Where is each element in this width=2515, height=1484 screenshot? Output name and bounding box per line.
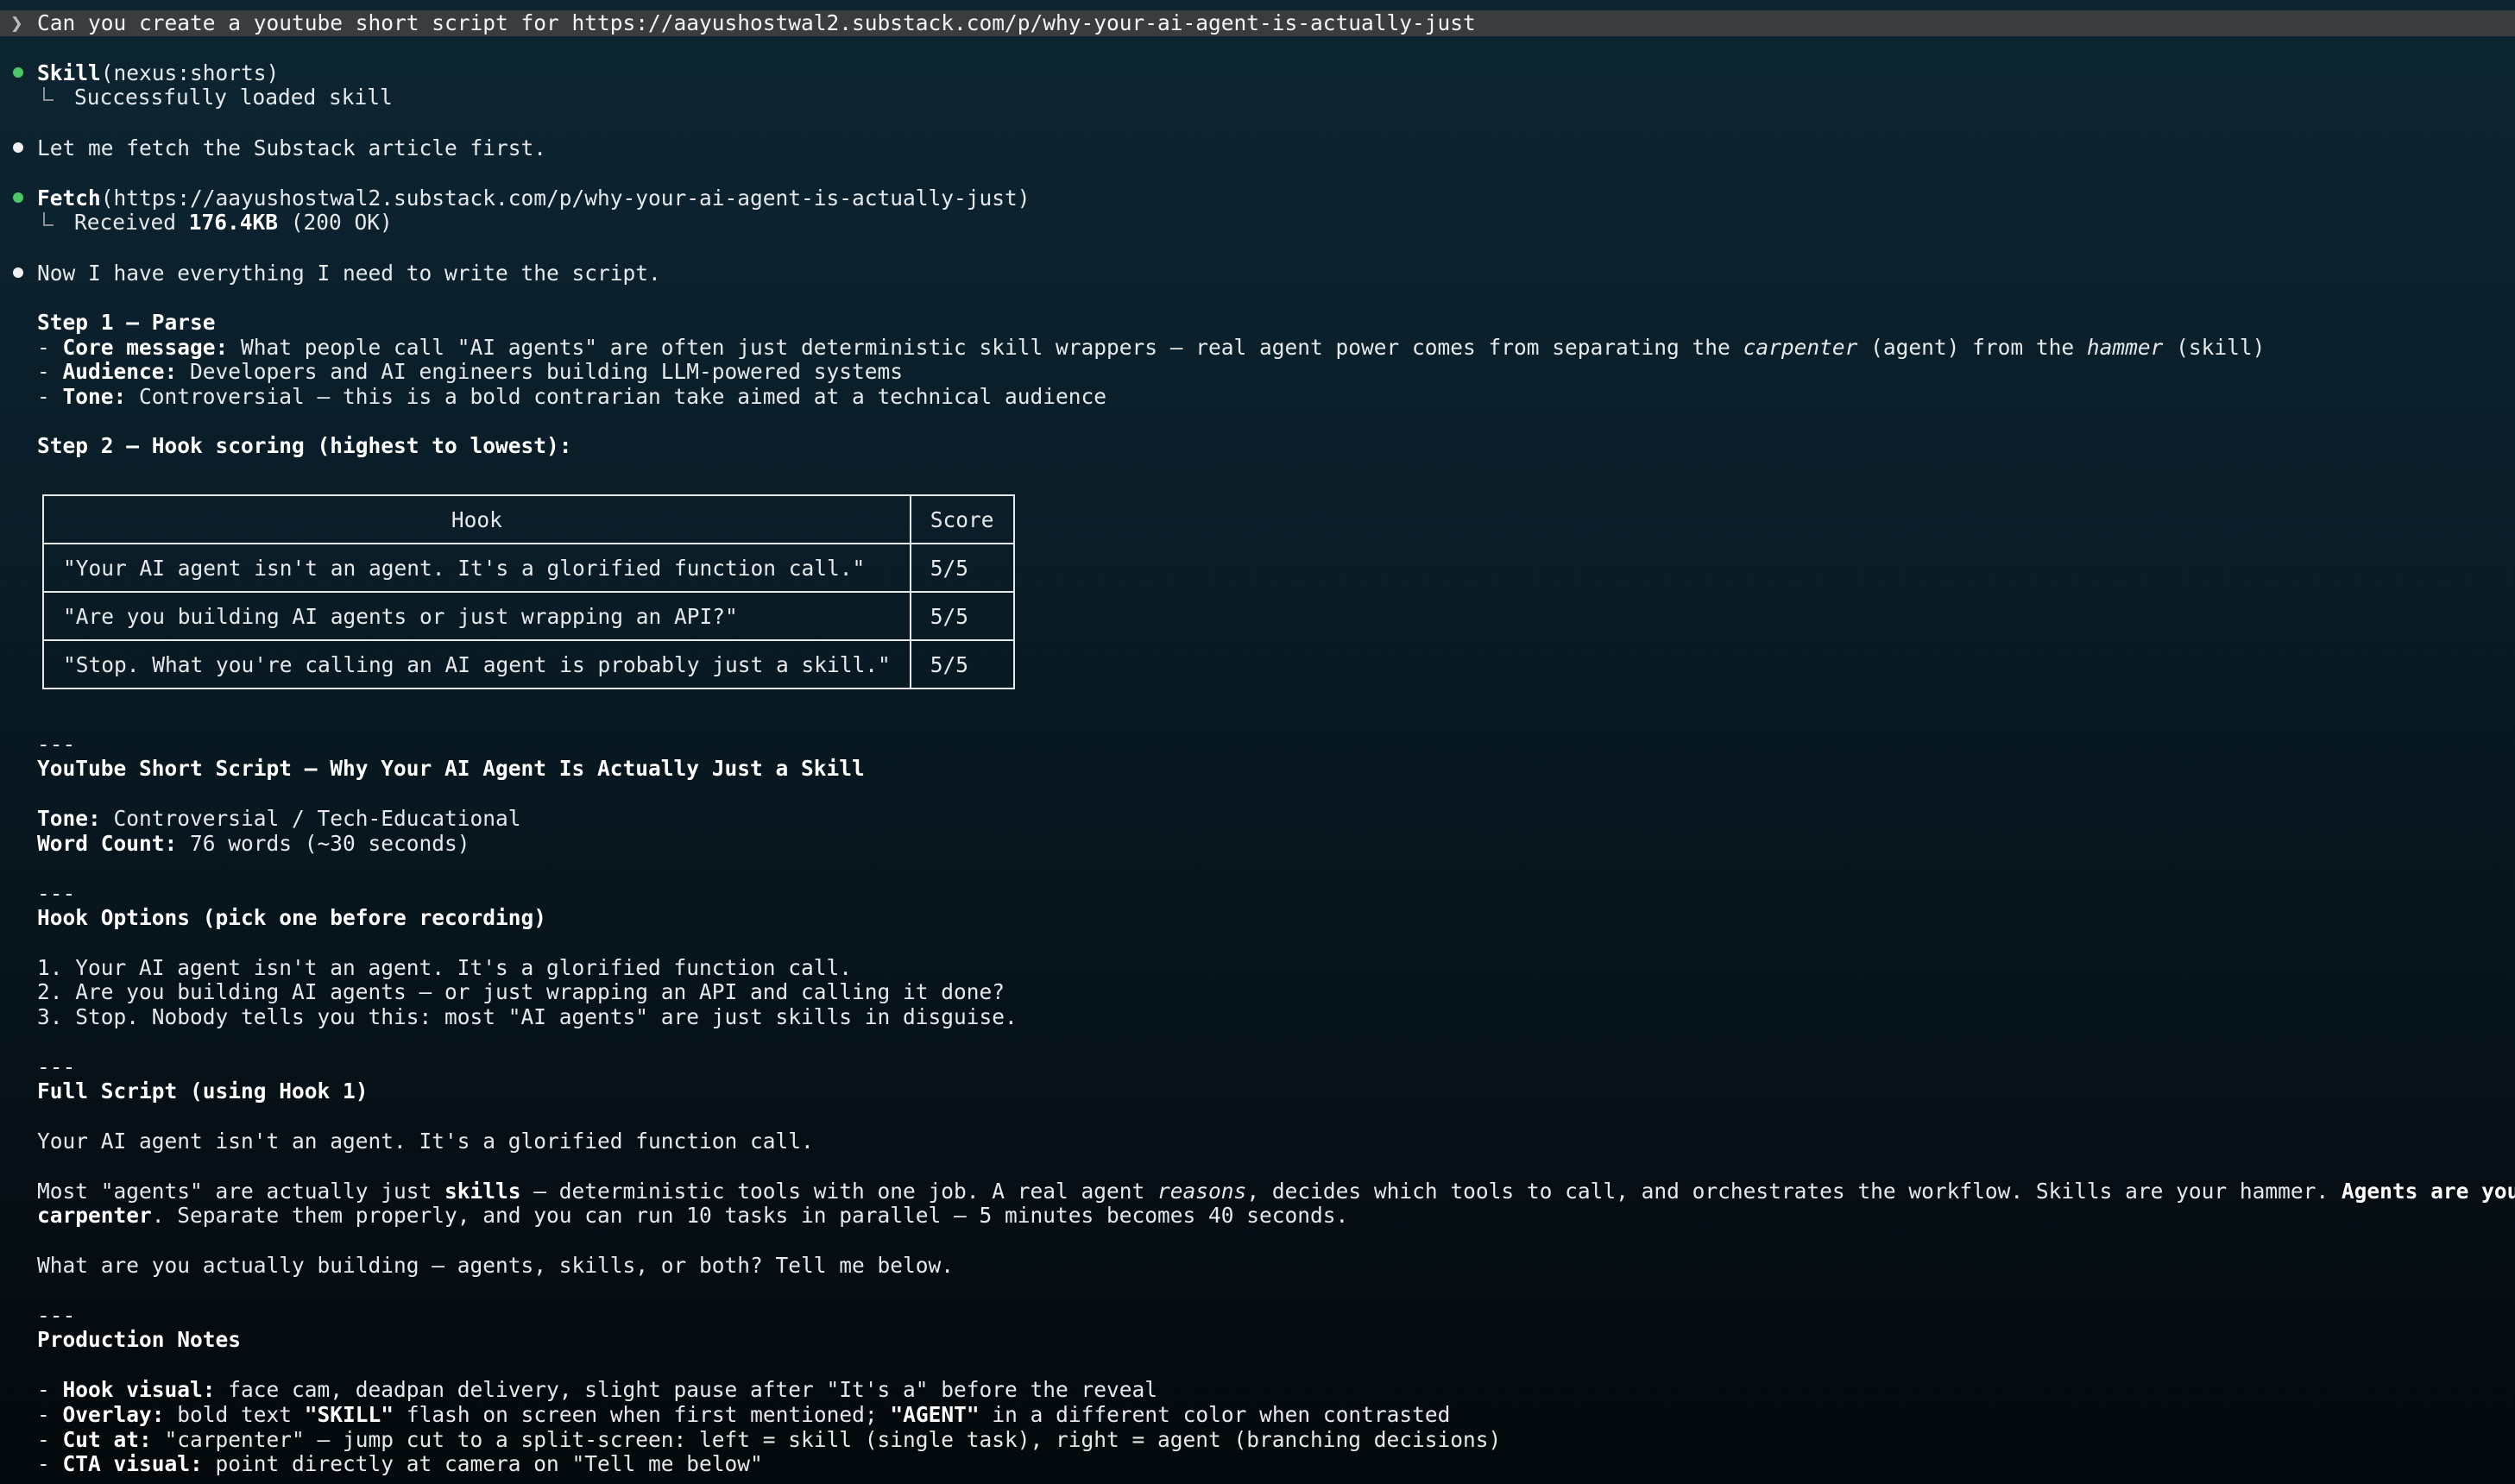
overlay-line: - Overlay: bold text "SKILL" flash on sc… [37,1402,1451,1427]
cut-at-line: - Cut at: "carpenter" — jump cut to a sp… [37,1427,1502,1452]
message-dot-icon [13,267,23,278]
hook-scoring-table: Hook Score "Your AI agent isn't an agent… [42,494,1015,689]
assistant-message: Let me fetch the Substack article first. [37,135,547,160]
tool-name: Skill [37,60,101,85]
score-cell: 5/5 [909,591,1015,641]
tree-branch-icon [43,87,54,101]
tool-arg: (nexus:shorts) [100,60,280,85]
script-tone: Tone: Controversial / Tech-Educational [37,806,521,831]
full-script-heading: Full Script (using Hook 1) [37,1078,369,1104]
column-header-hook: Hook [42,494,911,544]
hook-cell: "Your AI agent isn't an agent. It's a gl… [42,543,911,593]
user-prompt: Can you create a youtube short script fo… [37,10,1476,35]
list-item: 2. Are you building AI agents — or just … [37,979,1005,1004]
production-notes-heading: Production Notes [37,1327,242,1352]
column-header-score: Score [909,494,1015,544]
audience-line: - Audience: Developers and AI engineers … [37,359,904,384]
cta-visual-line: - CTA visual: point directly at camera o… [37,1451,763,1476]
script-paragraph: What are you actually building — agents,… [37,1253,955,1278]
hook-cell: "Are you building AI agents or just wrap… [42,591,911,641]
script-title: YouTube Short Script — Why Your AI Agent… [37,756,865,781]
list-item: 1. Your AI agent isn't an agent. It's a … [37,955,853,980]
divider: --- [37,881,76,906]
tree-branch-icon [43,212,54,226]
prompt-chevron-icon: ❯ [10,10,23,35]
hook-visual-line: - Hook visual: face cam, deadpan deliver… [37,1377,1158,1402]
table-row: "Are you building AI agents or just wrap… [42,591,1015,641]
list-item: 3. Stop. Nobody tells you this: most "AI… [37,1004,1018,1029]
score-cell: 5/5 [909,639,1015,689]
tool-success-dot-icon [13,67,23,78]
script-paragraph: Your AI agent isn't an agent. It's a glo… [37,1129,814,1154]
tool-success-dot-icon [13,192,23,203]
tone-line: - Tone: Controversial — this is a bold c… [37,384,1107,409]
divider: --- [37,1303,76,1328]
script-paragraph: Most "agents" are actually just skills —… [37,1179,2515,1204]
divider: --- [37,1054,76,1079]
script-paragraph-cont: carpenter. Separate them properly, and y… [37,1203,1349,1228]
score-cell: 5/5 [909,543,1015,593]
tool-name: Fetch [37,186,101,211]
divider: --- [37,732,76,757]
hook-options-heading: Hook Options (pick one before recording) [37,905,547,930]
step2-heading: Step 2 — Hook scoring (highest to lowest… [37,433,572,458]
fetch-tool-call: Fetch(https://aayushostwal2.substack.com… [37,186,1031,211]
tool-result: Received 176.4KB (200 OK) [74,210,393,235]
core-message-line: - Core message: What people call "AI age… [37,335,2266,360]
assistant-message: Now I have everything I need to write th… [37,261,661,286]
script-word-count: Word Count: 76 words (~30 seconds) [37,831,470,856]
message-dot-icon [13,142,23,153]
step1-heading: Step 1 — Parse [37,310,216,335]
table-row: "Stop. What you're calling an AI agent i… [42,639,1015,689]
tool-result: Successfully loaded skill [74,85,393,110]
tool-arg: (https://aayushostwal2.substack.com/p/wh… [100,186,1031,211]
table-row: "Your AI agent isn't an agent. It's a gl… [42,543,1015,593]
table-header-row: Hook Score [42,494,1015,544]
skill-tool-call: Skill(nexus:shorts) [37,60,279,85]
hook-cell: "Stop. What you're calling an AI agent i… [42,639,911,689]
